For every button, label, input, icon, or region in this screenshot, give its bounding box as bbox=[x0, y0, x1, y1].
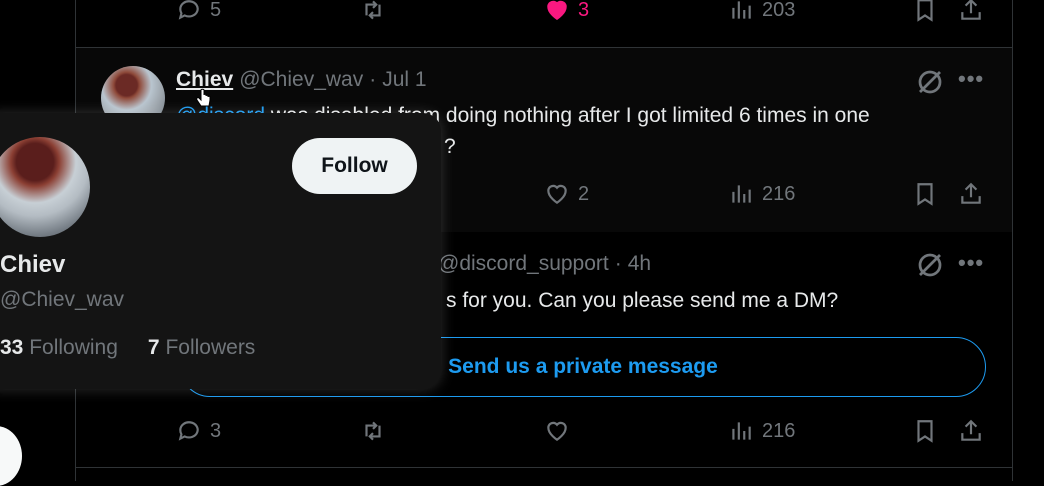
timestamp[interactable]: Jul 1 bbox=[382, 68, 426, 92]
following-label: Following bbox=[29, 336, 118, 359]
tweet-header: Chiev @Chiev_wav · Jul 1 bbox=[176, 68, 427, 92]
bookmark-icon bbox=[917, 420, 933, 443]
divider bbox=[76, 467, 1012, 468]
reply-count: 5 bbox=[210, 0, 222, 21]
tweet3-header: @discord_support · 4h bbox=[438, 252, 651, 276]
share-icon bbox=[961, 182, 981, 204]
grok-icon bbox=[918, 253, 942, 277]
like-count: 3 bbox=[578, 0, 590, 21]
more-icon[interactable]: ••• bbox=[958, 250, 984, 276]
reply-button[interactable]: 3 bbox=[176, 418, 221, 444]
reply-icon bbox=[178, 0, 199, 20]
more-icon[interactable]: ••• bbox=[958, 66, 984, 92]
retweet-icon bbox=[365, 421, 381, 441]
view-count: 216 bbox=[762, 419, 796, 442]
analytics-icon bbox=[732, 1, 751, 19]
like-button[interactable] bbox=[544, 418, 570, 444]
views-button[interactable]: 216 bbox=[728, 418, 795, 444]
like-button[interactable]: 3 bbox=[544, 0, 589, 23]
followers-count: 7 bbox=[147, 336, 160, 359]
hand-cursor-icon bbox=[196, 88, 211, 107]
timestamp[interactable]: 4h bbox=[628, 252, 651, 276]
retweet-button[interactable] bbox=[360, 418, 386, 444]
retweet-icon bbox=[365, 0, 381, 20]
share-button[interactable] bbox=[958, 418, 984, 444]
follow-button[interactable]: Follow bbox=[292, 138, 417, 194]
bookmark-icon bbox=[917, 0, 933, 22]
share-button[interactable] bbox=[958, 0, 984, 23]
hovercard-avatar[interactable] bbox=[0, 137, 90, 237]
bookmark-button[interactable] bbox=[912, 418, 938, 444]
heart-filled-icon bbox=[547, 0, 567, 20]
followers-link[interactable]: 7 Followers bbox=[148, 336, 255, 360]
hovercard-name[interactable]: Chiev bbox=[0, 251, 65, 279]
following-link[interactable]: 33 Following bbox=[0, 336, 118, 360]
hovercard-stats: 33 Following 7 Followers bbox=[0, 336, 255, 360]
heart-icon bbox=[547, 421, 567, 441]
share-icon bbox=[961, 419, 981, 441]
reply-button[interactable]: 5 bbox=[176, 0, 221, 23]
views-button[interactable]: 216 bbox=[728, 181, 795, 207]
share-button[interactable] bbox=[958, 181, 984, 207]
heart-icon bbox=[547, 184, 567, 204]
author-handle[interactable]: @Chiev_wav bbox=[239, 68, 363, 92]
profile-hovercard: Follow Chiev @Chiev_wav 33 Following 7 F… bbox=[0, 113, 441, 389]
analytics-icon bbox=[732, 185, 751, 203]
following-count: 33 bbox=[0, 336, 24, 359]
cta-label: Send us a private message bbox=[448, 355, 718, 378]
bookmark-button[interactable] bbox=[912, 0, 938, 23]
followers-label: Followers bbox=[165, 336, 256, 359]
share-icon bbox=[961, 0, 981, 20]
reply-icon bbox=[178, 421, 199, 441]
like-count: 2 bbox=[578, 182, 590, 205]
bookmark-icon bbox=[917, 183, 933, 206]
tweet3-text: s for you. Can you please send me a DM? bbox=[446, 289, 839, 312]
analytics-icon bbox=[732, 422, 751, 440]
retweet-button[interactable] bbox=[360, 0, 386, 23]
views-button[interactable]: 203 bbox=[728, 0, 795, 23]
grok-icon bbox=[918, 70, 942, 94]
author-handle[interactable]: @discord_support bbox=[438, 252, 609, 276]
compose-fab[interactable] bbox=[0, 426, 22, 486]
like-button[interactable]: 2 bbox=[544, 181, 589, 207]
tweet1-action-bar: 5 3 203 bbox=[76, 0, 1012, 29]
grok-button[interactable] bbox=[915, 67, 945, 97]
bookmark-button[interactable] bbox=[912, 181, 938, 207]
separator: · bbox=[369, 68, 377, 91]
reply-count: 3 bbox=[210, 419, 222, 442]
grok-button[interactable] bbox=[915, 250, 945, 280]
hovercard-handle[interactable]: @Chiev_wav bbox=[0, 288, 124, 312]
view-count: 216 bbox=[762, 182, 796, 205]
separator: · bbox=[614, 252, 622, 275]
tweet3-action-bar: 3 216 bbox=[76, 418, 1012, 450]
view-count: 203 bbox=[762, 0, 796, 21]
